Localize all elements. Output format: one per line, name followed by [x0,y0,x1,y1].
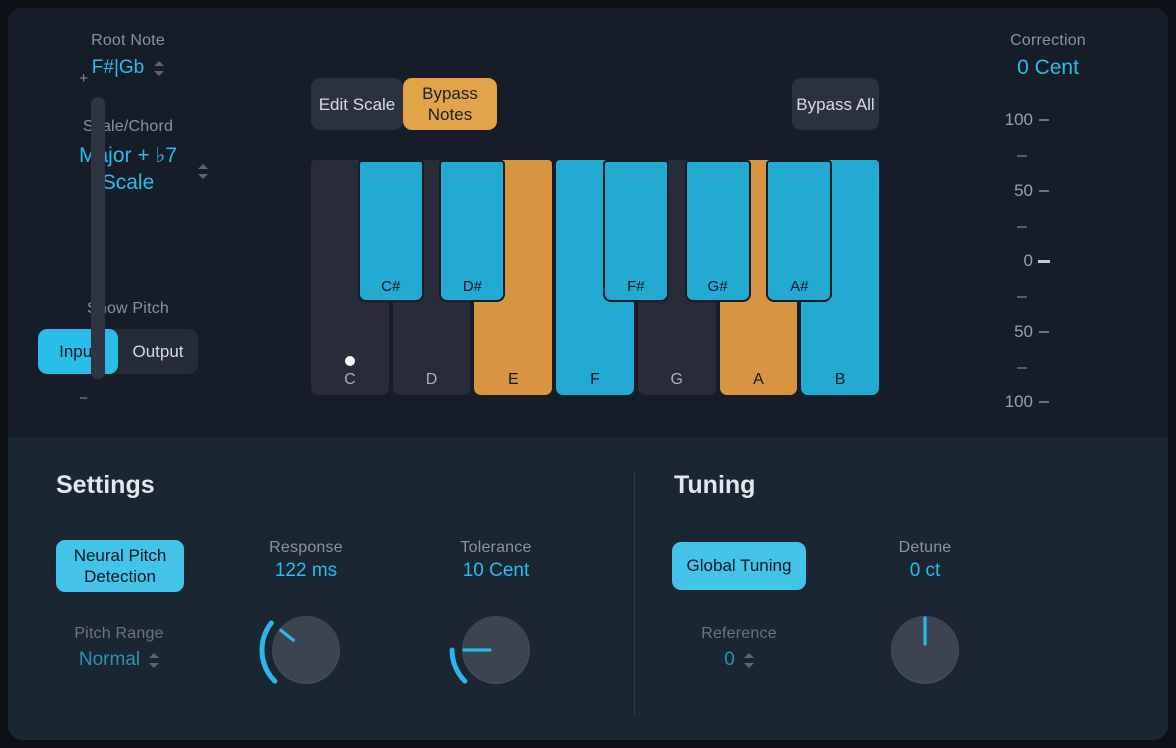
reference-value-row[interactable]: 0 [659,649,819,671]
response-value: 122 ms [274,560,338,581]
root-note-label: Root Note [91,32,165,49]
correction-label: Correction [1010,32,1086,49]
pitch-range-value: Normal [78,649,141,670]
white-key-label: A [753,371,764,388]
black-key-label: G# [707,278,728,295]
reference-value: 0 [724,649,735,670]
meter-minor-tick [1017,366,1027,369]
chevron-updown-icon[interactable] [153,60,165,76]
show-pitch-segmented-control[interactable]: Input Output [38,329,198,374]
meter-tick-label: 50 [971,181,1049,201]
black-key-label: D# [462,278,483,295]
meter-tick-mark [1039,189,1049,192]
pitch-correction-plugin-window: Root Note F#|Gb Scale/Chord Major + ♭7 S… [8,8,1168,740]
black-key-fsharp[interactable]: F# [602,160,669,302]
black-key-gsharp[interactable]: G# [684,160,751,302]
meter-tick-label: 100 [971,110,1049,130]
response-label: Response [269,539,343,556]
black-key-label: C# [381,278,401,295]
correction-meter-track [91,97,105,379]
chevron-updown-icon[interactable] [148,652,160,668]
detune-knob-group[interactable]: Detune 0 ct [845,539,1005,700]
knob-graphic [448,602,544,685]
correction-value: 0 Cent [1017,56,1079,79]
chevron-updown-icon[interactable] [743,652,754,668]
white-key-label: C [344,371,356,388]
white-key-label: F [590,371,600,388]
response-knob-group[interactable]: Response 122 ms [226,539,386,700]
black-key-csharp[interactable]: C# [357,160,424,302]
black-key-dsharp[interactable]: D# [439,160,506,302]
detune-knob[interactable] [875,600,975,700]
meter-minor-tick [1017,296,1027,299]
knob-graphic [258,602,354,685]
meter-tick-mark [1038,259,1050,263]
meter-tick-label: 100 [971,392,1049,412]
show-pitch-output-button[interactable]: Output [118,329,198,374]
show-pitch-input-button[interactable]: Input [38,329,118,374]
chevron-updown-icon[interactable] [197,164,208,179]
bypass-all-button[interactable]: Bypass All [792,78,879,130]
pitch-range-control[interactable]: Pitch Range Normal [39,625,199,671]
root-note-value: F#|Gb [91,57,145,78]
meter-tick-label: 50 [971,322,1049,342]
tolerance-value: 10 Cent [462,560,530,581]
tuning-section-title: Tuning [674,471,756,499]
scale-keyboard[interactable]: C D E F G A B C# D# F# G# A# [311,160,879,395]
pitch-range-value-row[interactable]: Normal [39,649,199,671]
black-key-asharp[interactable]: A# [766,160,833,302]
pitch-range-label: Pitch Range [74,625,164,642]
section-divider [634,470,635,715]
tolerance-knob[interactable] [446,600,546,700]
white-key-label: E [507,371,519,388]
tolerance-knob-group[interactable]: Tolerance 10 Cent [416,539,576,700]
scale-chord-control[interactable]: Scale/Chord Major + ♭7 Scale [30,118,226,196]
correction-minus-sign: − [79,390,88,407]
meter-minor-tick [1017,225,1027,228]
pitch-indicator-dot [344,356,355,366]
scale-chord-label: Scale/Chord [82,118,174,135]
white-key-label: D [425,371,438,388]
correction-meter-group: Correction 0 Cent [953,32,1143,80]
tolerance-label: Tolerance [460,539,532,556]
knob-graphic [877,602,973,685]
black-key-label: A# [790,278,809,295]
response-knob[interactable] [256,600,356,700]
detune-value: 0 ct [909,560,941,581]
correction-plus-sign: + [79,70,88,87]
reference-control[interactable]: Reference 0 [659,625,819,671]
top-pane: Root Note F#|Gb Scale/Chord Major + ♭7 S… [8,8,1168,437]
edit-scale-button[interactable]: Edit Scale [311,78,403,130]
scale-chord-value-row[interactable]: Major + ♭7 Scale [30,142,226,196]
bypass-notes-button[interactable]: Bypass Notes [403,78,497,130]
meter-tick-mark [1039,401,1049,403]
settings-section-title: Settings [56,471,155,499]
meter-tick-mark [1039,119,1049,121]
reference-label: Reference [701,625,777,642]
white-key-label: G [670,371,683,388]
meter-tick-label: 0 [971,251,1050,271]
show-pitch-label: Show Pitch [86,300,170,317]
show-pitch-control: Show Pitch Input Output [38,300,218,374]
neural-pitch-detection-button[interactable]: Neural Pitch Detection [56,540,184,592]
black-key-label: F# [627,278,645,295]
meter-minor-tick [1017,155,1027,158]
detune-label: Detune [898,539,952,556]
meter-tick-mark [1039,330,1049,333]
white-key-label: B [834,371,846,388]
global-tuning-button[interactable]: Global Tuning [672,542,806,590]
